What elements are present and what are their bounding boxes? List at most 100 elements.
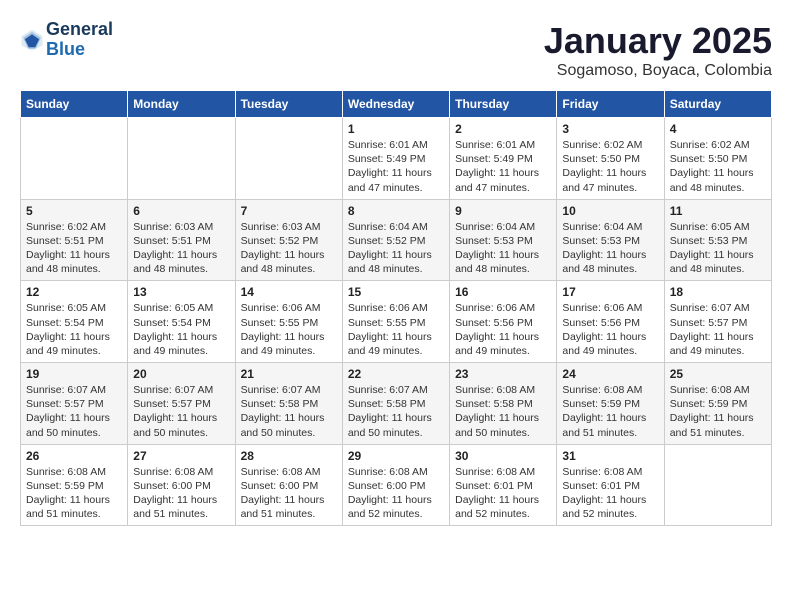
day-content: Sunrise: 6:06 AMSunset: 5:55 PMDaylight:… [241, 301, 337, 358]
day-number: 24 [562, 367, 658, 381]
calendar-cell: 14Sunrise: 6:06 AMSunset: 5:55 PMDayligh… [235, 281, 342, 363]
day-number: 27 [133, 449, 229, 463]
day-content-line: Daylight: 11 hours [455, 330, 551, 344]
day-content-line: Sunrise: 6:04 AM [455, 220, 551, 234]
day-content-line: Daylight: 11 hours [241, 493, 337, 507]
calendar-week-2: 5Sunrise: 6:02 AMSunset: 5:51 PMDaylight… [21, 199, 772, 281]
calendar-week-4: 19Sunrise: 6:07 AMSunset: 5:57 PMDayligh… [21, 363, 772, 445]
day-content: Sunrise: 6:08 AMSunset: 5:59 PMDaylight:… [562, 383, 658, 440]
day-content-line: Daylight: 11 hours [133, 330, 229, 344]
calendar-cell: 7Sunrise: 6:03 AMSunset: 5:52 PMDaylight… [235, 199, 342, 281]
page-header: General Blue January 2025 Sogamoso, Boya… [20, 20, 772, 80]
calendar-cell: 19Sunrise: 6:07 AMSunset: 5:57 PMDayligh… [21, 363, 128, 445]
day-content-line: Sunrise: 6:07 AM [670, 301, 766, 315]
day-content-line: Daylight: 11 hours [562, 411, 658, 425]
day-content: Sunrise: 6:08 AMSunset: 6:00 PMDaylight:… [241, 465, 337, 522]
day-content-line: Sunset: 6:01 PM [455, 479, 551, 493]
day-content-line: and 49 minutes. [670, 344, 766, 358]
day-content-line: Sunset: 5:53 PM [562, 234, 658, 248]
day-content: Sunrise: 6:02 AMSunset: 5:50 PMDaylight:… [670, 138, 766, 195]
day-content-line: and 52 minutes. [455, 507, 551, 521]
day-content: Sunrise: 6:03 AMSunset: 5:51 PMDaylight:… [133, 220, 229, 277]
calendar-cell: 6 Sunrise: 6:03 AMSunset: 5:51 PMDaylight… [128, 199, 235, 281]
day-number: 6 [133, 204, 229, 218]
calendar-cell: 22Sunrise: 6:07 AMSunset: 5:58 PMDayligh… [342, 363, 449, 445]
day-content-line: and 48 minutes. [455, 262, 551, 276]
calendar-cell: 23Sunrise: 6:08 AMSunset: 5:58 PMDayligh… [450, 363, 557, 445]
day-content-line: Daylight: 11 hours [133, 248, 229, 262]
day-content-line: and 51 minutes. [26, 507, 122, 521]
day-content-line: Sunset: 5:53 PM [670, 234, 766, 248]
day-content-line: and 49 minutes. [133, 344, 229, 358]
day-number: 7 [241, 204, 337, 218]
day-content-line: Daylight: 11 hours [241, 411, 337, 425]
header-row: Sunday Monday Tuesday Wednesday Thursday… [21, 91, 772, 118]
logo-line2: Blue [46, 39, 85, 59]
header-saturday: Saturday [664, 91, 771, 118]
day-content-line: Daylight: 11 hours [455, 166, 551, 180]
logo: General Blue [20, 20, 113, 60]
day-number: 12 [26, 285, 122, 299]
header-thursday: Thursday [450, 91, 557, 118]
day-content-line: Sunrise: 6:08 AM [670, 383, 766, 397]
day-number: 17 [562, 285, 658, 299]
day-number: 13 [133, 285, 229, 299]
day-content-line: and 49 minutes. [562, 344, 658, 358]
day-content-line: Daylight: 11 hours [348, 166, 444, 180]
day-content-line: Sunrise: 6:03 AM [133, 220, 229, 234]
day-content-line: and 48 minutes. [670, 181, 766, 195]
day-content-line: Sunrise: 6:02 AM [26, 220, 122, 234]
day-content: Sunrise: 6:08 AMSunset: 6:00 PMDaylight:… [348, 465, 444, 522]
day-content-line: Sunset: 5:52 PM [348, 234, 444, 248]
calendar-cell: 29Sunrise: 6:08 AMSunset: 6:00 PMDayligh… [342, 444, 449, 526]
day-content-line: Daylight: 11 hours [348, 248, 444, 262]
day-content: Sunrise: 6:07 AMSunset: 5:58 PMDaylight:… [241, 383, 337, 440]
day-content-line: Daylight: 11 hours [241, 248, 337, 262]
calendar-cell [21, 118, 128, 200]
day-content: Sunrise: 6:08 AMSunset: 5:58 PMDaylight:… [455, 383, 551, 440]
day-content-line: Daylight: 11 hours [670, 330, 766, 344]
day-content-line: Daylight: 11 hours [348, 493, 444, 507]
day-content-line: Sunset: 5:58 PM [455, 397, 551, 411]
calendar-cell: 24 Sunrise: 6:08 AMSunset: 5:59 PMDayligh… [557, 363, 664, 445]
month-title: January 2025 [544, 20, 772, 62]
day-content-line: and 47 minutes. [348, 181, 444, 195]
day-number: 31 [562, 449, 658, 463]
day-content-line: Sunrise: 6:06 AM [562, 301, 658, 315]
day-content-line: Sunrise: 6:05 AM [670, 220, 766, 234]
day-content: Sunrise: 6:08 AMSunset: 6:00 PMDaylight:… [133, 465, 229, 522]
day-content-line: Daylight: 11 hours [562, 248, 658, 262]
day-number: 5 [26, 204, 122, 218]
day-content: Sunrise: 6:01 AMSunset: 5:49 PMDaylight:… [348, 138, 444, 195]
day-content-line: Sunrise: 6:08 AM [133, 465, 229, 479]
calendar-header: Sunday Monday Tuesday Wednesday Thursday… [21, 91, 772, 118]
day-content-line: Daylight: 11 hours [670, 248, 766, 262]
day-content-line: Daylight: 11 hours [26, 493, 122, 507]
day-content-line: and 48 minutes. [562, 262, 658, 276]
day-content-line: Sunrise: 6:08 AM [562, 383, 658, 397]
day-content-line: and 51 minutes. [241, 507, 337, 521]
header-tuesday: Tuesday [235, 91, 342, 118]
day-content-line: Sunrise: 6:05 AM [26, 301, 122, 315]
day-content-line: and 49 minutes. [26, 344, 122, 358]
day-content-line: and 48 minutes. [348, 262, 444, 276]
day-content-line: Daylight: 11 hours [455, 248, 551, 262]
day-number: 2 [455, 122, 551, 136]
day-content-line: Daylight: 11 hours [133, 411, 229, 425]
day-content-line: Sunset: 5:54 PM [133, 316, 229, 330]
day-number: 15 [348, 285, 444, 299]
day-content: Sunrise: 6:04 AMSunset: 5:53 PMDaylight:… [455, 220, 551, 277]
day-content: Sunrise: 6:07 AMSunset: 5:57 PMDaylight:… [133, 383, 229, 440]
day-content: Sunrise: 6:06 AMSunset: 5:55 PMDaylight:… [348, 301, 444, 358]
location-subtitle: Sogamoso, Boyaca, Colombia [544, 62, 772, 80]
day-content: Sunrise: 6:08 AMSunset: 5:59 PMDaylight:… [26, 465, 122, 522]
day-content-line: Sunset: 5:59 PM [26, 479, 122, 493]
day-content-line: Sunrise: 6:07 AM [26, 383, 122, 397]
day-number: 3 [562, 122, 658, 136]
day-content-line: Sunset: 5:49 PM [455, 152, 551, 166]
header-friday: Friday [557, 91, 664, 118]
day-content-line: Sunset: 5:58 PM [241, 397, 337, 411]
day-content-line: Sunrise: 6:03 AM [241, 220, 337, 234]
day-number: 30 [455, 449, 551, 463]
day-content: Sunrise: 6:07 AMSunset: 5:58 PMDaylight:… [348, 383, 444, 440]
